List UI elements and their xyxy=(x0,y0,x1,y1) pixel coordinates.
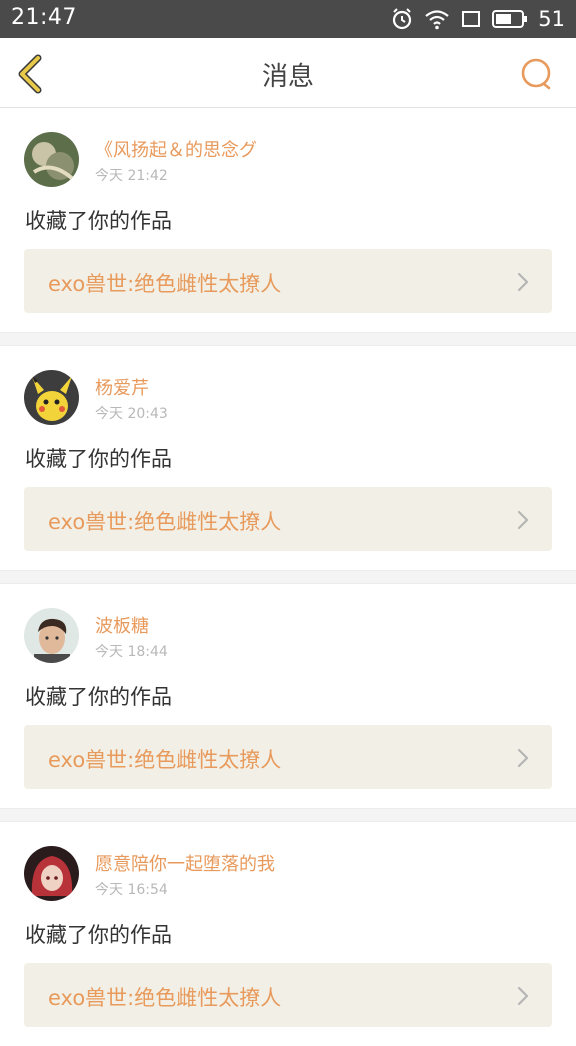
avatar[interactable] xyxy=(24,608,79,663)
divider xyxy=(0,808,576,822)
status-time: 21:47 xyxy=(11,5,77,30)
action-text: 收藏了你的作品 xyxy=(25,209,172,233)
page-title: 消息 xyxy=(261,62,314,92)
timestamp: 今天 16:54 xyxy=(95,882,168,898)
battery-level: 51 xyxy=(538,7,565,31)
timestamp: 今天 21:42 xyxy=(95,168,168,184)
action-text: 收藏了你的作品 xyxy=(25,447,172,471)
avatar[interactable] xyxy=(24,132,79,187)
work-title: exo兽世:绝色雌性太撩人 xyxy=(48,748,282,772)
status-bar: 21:47 51 xyxy=(0,0,576,38)
chevron-right-icon xyxy=(517,748,529,768)
divider xyxy=(0,332,576,346)
username[interactable]: 杨爱芹 xyxy=(95,374,149,400)
wifi-icon xyxy=(425,10,449,30)
action-text: 收藏了你的作品 xyxy=(25,685,172,709)
username[interactable]: 《风扬起＆的思念グ xyxy=(95,136,257,162)
search-icon[interactable] xyxy=(520,57,554,91)
message-list: 《风扬起＆的思念グ 今天 21:42 收藏了你的作品 exo兽世:绝色雌性太撩人… xyxy=(0,108,576,1046)
avatar[interactable] xyxy=(24,846,79,901)
timestamp: 今天 18:44 xyxy=(95,644,168,660)
battery-icon xyxy=(492,10,528,28)
username[interactable]: 愿意陪你一起堕落的我 xyxy=(95,850,275,876)
chevron-right-icon xyxy=(517,986,529,1006)
divider xyxy=(0,570,576,584)
avatar[interactable] xyxy=(24,370,79,425)
message-card: 杨爱芹 今天 20:43 收藏了你的作品 exo兽世:绝色雌性太撩人 xyxy=(0,346,576,570)
message-card: 愿意陪你一起堕落的我 今天 16:54 收藏了你的作品 exo兽世:绝色雌性太撩… xyxy=(0,822,576,1046)
username[interactable]: 波板糖 xyxy=(95,612,149,638)
status-icons: 51 xyxy=(390,5,565,33)
action-text: 收藏了你的作品 xyxy=(25,923,172,947)
work-title: exo兽世:绝色雌性太撩人 xyxy=(48,986,282,1010)
sim-icon xyxy=(462,11,481,27)
chevron-right-icon xyxy=(517,510,529,530)
work-link[interactable]: exo兽世:绝色雌性太撩人 xyxy=(24,725,552,789)
timestamp: 今天 20:43 xyxy=(95,406,168,422)
alarm-icon xyxy=(393,8,412,30)
work-link[interactable]: exo兽世:绝色雌性太撩人 xyxy=(24,487,552,551)
work-link[interactable]: exo兽世:绝色雌性太撩人 xyxy=(24,963,552,1027)
message-card: 《风扬起＆的思念グ 今天 21:42 收藏了你的作品 exo兽世:绝色雌性太撩人 xyxy=(0,108,576,332)
message-card: 波板糖 今天 18:44 收藏了你的作品 exo兽世:绝色雌性太撩人 xyxy=(0,584,576,808)
nav-bar: 消息 xyxy=(0,38,576,108)
work-title: exo兽世:绝色雌性太撩人 xyxy=(48,272,282,296)
chevron-right-icon xyxy=(517,272,529,292)
work-title: exo兽世:绝色雌性太撩人 xyxy=(48,510,282,534)
work-link[interactable]: exo兽世:绝色雌性太撩人 xyxy=(24,249,552,313)
